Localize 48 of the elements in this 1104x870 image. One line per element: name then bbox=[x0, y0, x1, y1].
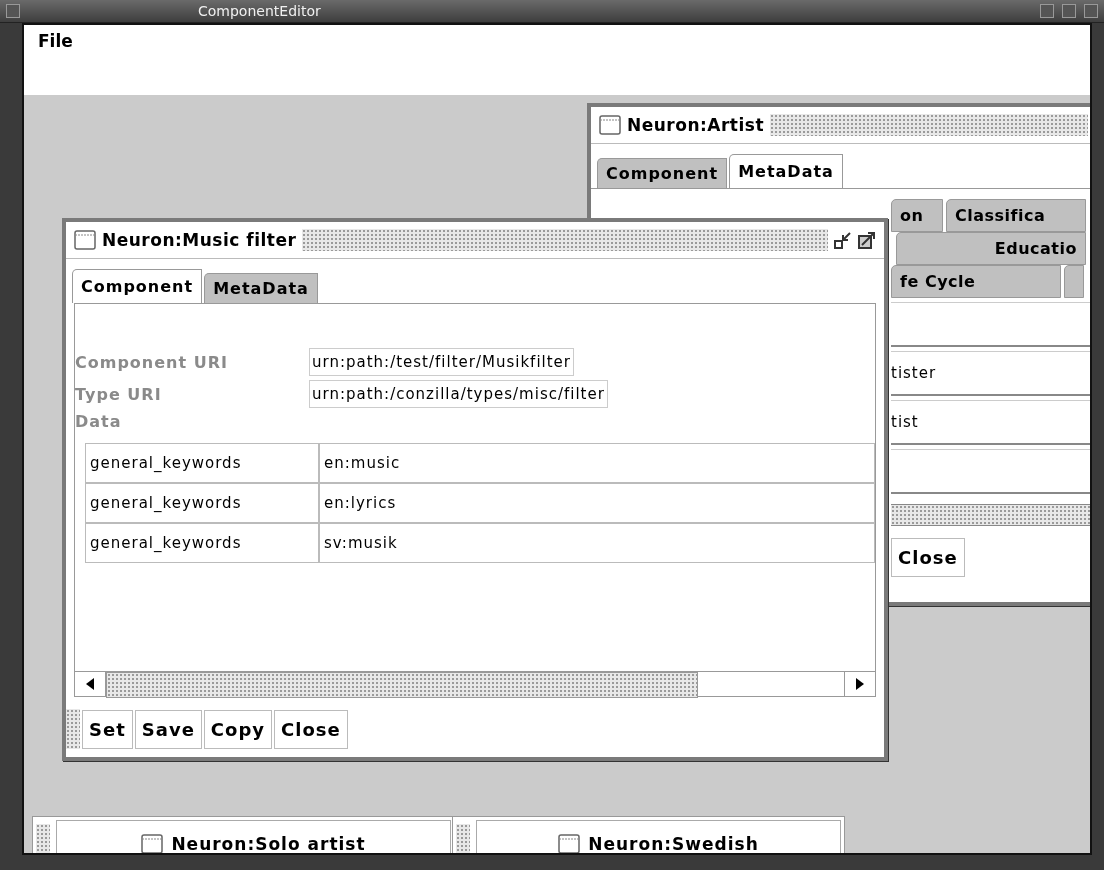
text-field[interactable]: urn:path:/conzilla/types/misc/filter bbox=[309, 380, 608, 408]
toolbar-button[interactable]: Close bbox=[274, 709, 348, 749]
window-title: ComponentEditor bbox=[198, 3, 322, 19]
scrollbar[interactable] bbox=[891, 504, 1090, 526]
tab[interactable]: fe Cycle bbox=[891, 265, 1061, 298]
tab[interactable] bbox=[1064, 265, 1084, 298]
tab[interactable]: on bbox=[891, 199, 943, 232]
table-cell: general_keywords bbox=[85, 483, 319, 523]
text-field[interactable] bbox=[891, 302, 1090, 347]
close-button[interactable]: Close bbox=[891, 538, 965, 577]
tab[interactable]: MetaData bbox=[729, 154, 843, 188]
window-icon bbox=[141, 833, 164, 853]
table-cell: general_keywords bbox=[85, 443, 319, 483]
text-field[interactable]: urn:path:/test/filter/Musikfilter bbox=[309, 348, 574, 376]
table-cell: en:music bbox=[319, 443, 875, 483]
window-title: Neuron:Music filter bbox=[102, 230, 297, 250]
field-label: Component URI bbox=[75, 352, 229, 372]
toolbar-button[interactable]: Set bbox=[82, 709, 133, 749]
menu-item[interactable]: File bbox=[38, 31, 73, 51]
tab[interactable]: Component bbox=[597, 158, 728, 188]
toolbar-button[interactable]: Copy bbox=[203, 709, 273, 749]
minimized-window-button[interactable]: Neuron:Swedish bbox=[476, 820, 841, 853]
restore-icon[interactable] bbox=[834, 231, 852, 249]
toolbar-grip[interactable] bbox=[456, 823, 470, 853]
toolbar-grip[interactable] bbox=[36, 823, 50, 853]
tab[interactable]: MetaData bbox=[204, 273, 318, 303]
window-icon bbox=[74, 230, 96, 250]
window-icon bbox=[599, 115, 621, 135]
window-icon bbox=[558, 833, 581, 853]
toolbar-grip[interactable] bbox=[66, 709, 80, 749]
text-field[interactable]: tister bbox=[891, 351, 1090, 396]
field-label: Type URI bbox=[75, 384, 163, 404]
minimize-icon[interactable] bbox=[1040, 4, 1054, 18]
tab[interactable]: Educatio bbox=[896, 232, 1086, 265]
toolbar-button[interactable]: Save bbox=[134, 709, 202, 749]
tab[interactable]: Classifica bbox=[946, 199, 1086, 232]
window-title: Neuron:Artist bbox=[627, 115, 765, 135]
scrollbar-thumb[interactable] bbox=[106, 672, 699, 698]
window-menu-icon[interactable] bbox=[6, 4, 20, 18]
text-field[interactable] bbox=[891, 449, 1090, 494]
text-field[interactable]: tist bbox=[891, 400, 1090, 445]
table-cell: sv:musik bbox=[319, 523, 875, 563]
section-label: Data bbox=[75, 412, 123, 431]
close-icon[interactable] bbox=[1084, 4, 1098, 18]
table-cell: general_keywords bbox=[85, 523, 319, 563]
table-cell: en:lyrics bbox=[319, 483, 875, 523]
tab[interactable]: Component bbox=[72, 269, 203, 303]
minimized-window-button[interactable]: Neuron:Solo artist bbox=[56, 820, 451, 853]
